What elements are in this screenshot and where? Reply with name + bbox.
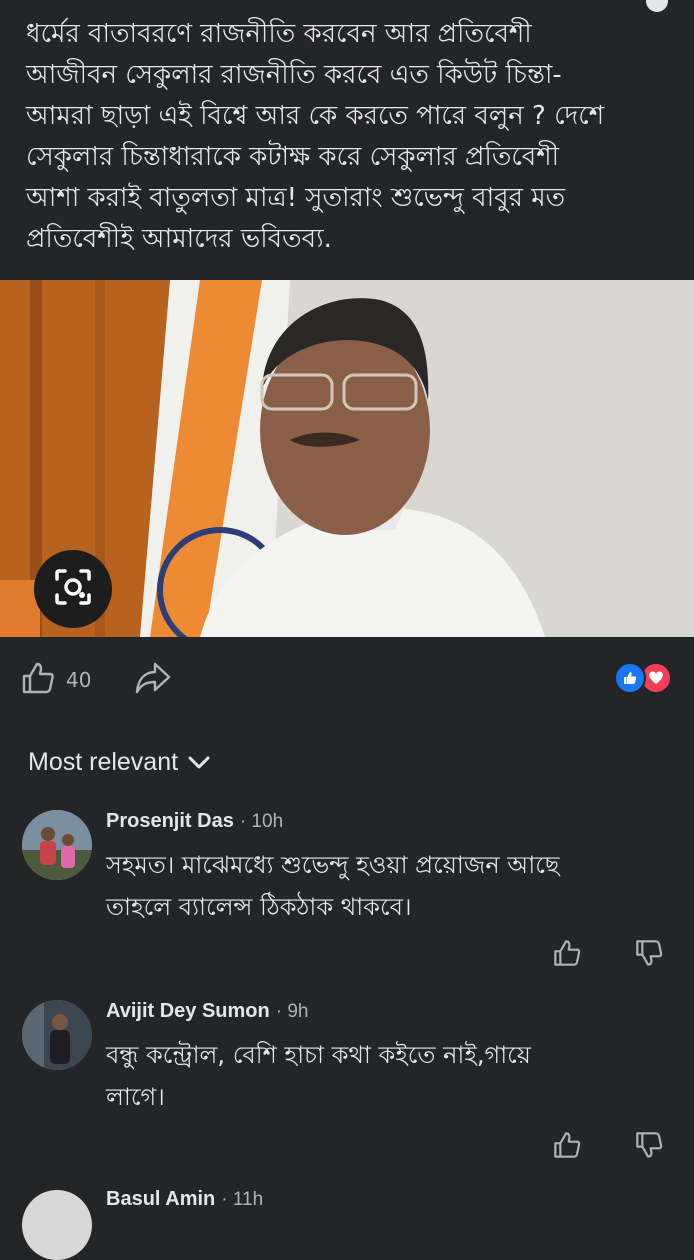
thumbs-down-icon[interactable] <box>634 938 664 972</box>
avatar[interactable] <box>22 1000 92 1070</box>
like-count: 40 <box>66 668 92 692</box>
comment-time: · 11h <box>221 1189 264 1210</box>
comment-time: · 9h <box>275 1001 309 1022</box>
comment-text: সহমত। মাঝেমধ্যে শুভেন্দু হওয়া প্রয়োজন … <box>106 851 560 921</box>
avatar[interactable] <box>22 810 92 880</box>
chevron-down-icon <box>188 748 210 777</box>
comment-text: বন্ধু কন্ট্রোল, বেশি হাচা কথা কইতে নাই,গ… <box>106 1041 531 1111</box>
thumbs-down-icon[interactable] <box>634 1130 664 1164</box>
comment-header: Avijit Dey Sumon · 9h <box>106 1000 308 1023</box>
comment-actions <box>552 938 664 972</box>
like-reaction-icon <box>614 662 646 694</box>
share-button[interactable] <box>134 660 172 700</box>
comment-item: Avijit Dey Sumon · 9h বন্ধু কন্ট্রোল, বে… <box>22 1000 682 1170</box>
commenter-name[interactable]: Avijit Dey Sumon <box>106 1000 270 1023</box>
share-icon <box>134 662 172 700</box>
commenter-name[interactable]: Prosenjit Das <box>106 810 234 833</box>
post-text: ধর্মের বাতাবরণে রাজনীতি করবেন আর প্রতিবে… <box>26 19 605 254</box>
like-button[interactable]: 40 <box>20 660 91 700</box>
visual-search-icon <box>53 567 93 611</box>
avatar[interactable] <box>22 1190 92 1260</box>
comment-time: · 10h <box>239 811 284 832</box>
comment-actions <box>552 1130 664 1164</box>
comment-item: Prosenjit Das · 10h সহমত। মাঝেমধ্যে শুভে… <box>22 810 682 985</box>
sort-label: Most relevant <box>28 748 179 776</box>
thumbs-up-icon[interactable] <box>552 1130 582 1164</box>
comment-header: Prosenjit Das · 10h <box>106 810 283 833</box>
post-actions: 40 <box>0 648 694 708</box>
profile-dot <box>646 0 668 12</box>
thumbs-up-icon <box>20 660 56 700</box>
comment-sort-selector[interactable]: Most relevant <box>28 748 210 777</box>
thumbs-up-icon[interactable] <box>552 938 582 972</box>
reaction-summary[interactable] <box>614 662 674 694</box>
comment-item: Basul Amin · 11h <box>22 1188 682 1260</box>
visual-search-button[interactable] <box>34 550 112 628</box>
